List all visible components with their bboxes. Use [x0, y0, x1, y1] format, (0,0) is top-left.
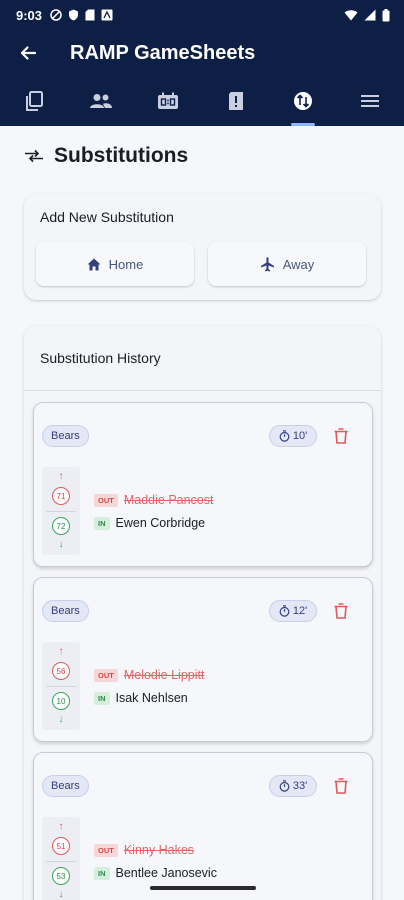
player-out-name: Kinny Hakes [123, 843, 195, 857]
in-tag: IN [94, 691, 110, 705]
wifi-icon [344, 10, 358, 21]
player-in-row: IN Ewen Corbridge [94, 516, 205, 530]
player-out-row: OUT Maddie Pancost [94, 493, 213, 507]
signal-icon [364, 9, 376, 21]
substitution-entry[interactable]: Bears 12' ↑ 56 10 ↓ OUT Melodie Lippitt … [33, 577, 373, 742]
copy-icon [25, 91, 43, 111]
home-icon [87, 258, 101, 270]
sim-icon [85, 9, 95, 21]
time-value: 10' [292, 430, 308, 442]
time-value: 33' [292, 780, 308, 792]
delete-icon[interactable] [332, 602, 350, 620]
team-chip: Bears [42, 775, 89, 797]
team-chip: Bears [42, 600, 89, 622]
arrow-down-icon: ↓ [58, 889, 64, 900]
shield-icon [69, 9, 79, 21]
tab-scoreboard[interactable] [135, 76, 202, 126]
arrow-up-icon: ↑ [58, 471, 64, 482]
penalty-card-icon [228, 92, 243, 110]
substitution-history-label: Substitution History [40, 350, 161, 366]
status-time: 9:03 [16, 7, 43, 23]
out-number: 51 [52, 837, 70, 855]
number-divider [46, 861, 76, 862]
swap-arrows-icon [25, 149, 43, 163]
add-substitution-card: Add New Substitution Home Away [24, 194, 381, 300]
out-tag: OUT [94, 843, 118, 857]
page-header: Substitutions [24, 144, 188, 168]
time-chip: 10' [269, 425, 317, 447]
home-label: Home [108, 256, 144, 272]
people-icon [89, 94, 112, 108]
out-number: 56 [52, 662, 70, 680]
in-number: 10 [52, 692, 70, 710]
tab-substitutions[interactable] [269, 76, 336, 126]
content: Substitutions Add New Substitution Home … [0, 126, 404, 900]
player-in-row: IN Bentlee Janosevic [94, 866, 217, 880]
back-button[interactable] [0, 30, 56, 76]
battery-icon [382, 8, 390, 21]
out-tag: OUT [94, 493, 118, 507]
tab-penalties[interactable] [202, 76, 269, 126]
status-bar: 9:03 [0, 0, 404, 30]
arrow-down-icon: ↓ [58, 539, 64, 550]
jersey-numbers: ↑ 51 53 ↓ [42, 817, 80, 900]
airplane-icon [260, 256, 274, 271]
player-in-name: Bentlee Janosevic [115, 866, 217, 880]
arrow-up-icon: ↑ [58, 646, 64, 657]
add-home-button[interactable]: Home [36, 242, 194, 286]
gesture-bar[interactable] [150, 886, 256, 890]
time-value: 12' [292, 605, 308, 617]
out-number: 71 [52, 487, 70, 505]
player-out-name: Maddie Pancost [123, 493, 214, 507]
delete-icon[interactable] [332, 777, 350, 795]
arrow-down-icon: ↓ [58, 714, 64, 725]
dnd-icon [50, 9, 62, 21]
scoreboard-icon [158, 92, 179, 109]
away-label: Away [282, 256, 315, 272]
player-out-row: OUT Melodie Lippitt [94, 668, 204, 682]
substitution-icon [293, 92, 312, 110]
tab-sheets[interactable] [0, 76, 67, 126]
tab-bar [0, 76, 404, 126]
add-away-button[interactable]: Away [208, 242, 366, 286]
jersey-numbers: ↑ 56 10 ↓ [42, 642, 80, 730]
player-out-name: Melodie Lippitt [123, 668, 205, 682]
in-number: 53 [52, 867, 70, 885]
tab-players[interactable] [67, 76, 134, 126]
delete-icon[interactable] [332, 427, 350, 445]
page-title: Substitutions [54, 144, 189, 167]
app-notification-icon [101, 9, 113, 21]
substitution-entry[interactable]: Bears 33' ↑ 51 53 ↓ OUT Kinny Hakes IN B… [33, 752, 373, 900]
player-out-row: OUT Kinny Hakes [94, 843, 194, 857]
player-in-row: IN Isak Nehlsen [94, 691, 188, 705]
time-chip: 12' [269, 600, 317, 622]
app-bar: RAMP GameSheets [0, 30, 404, 76]
number-divider [46, 511, 76, 512]
team-chip: Bears [42, 425, 89, 447]
jersey-numbers: ↑ 71 72 ↓ [42, 467, 80, 555]
time-chip: 33' [269, 775, 317, 797]
stopwatch-icon [279, 605, 290, 617]
menu-icon [361, 95, 380, 107]
number-divider [46, 686, 76, 687]
tab-menu[interactable] [337, 76, 404, 126]
arrow-back-icon [20, 46, 37, 60]
in-tag: IN [94, 516, 110, 530]
stopwatch-icon [279, 780, 290, 792]
substitution-history-card: Substitution History Bears 10' ↑ 71 72 ↓… [24, 326, 381, 900]
add-substitution-label: Add New Substitution [40, 209, 174, 225]
out-tag: OUT [94, 668, 118, 682]
player-in-name: Ewen Corbridge [115, 516, 206, 530]
in-tag: IN [94, 866, 110, 880]
substitution-entry[interactable]: Bears 10' ↑ 71 72 ↓ OUT Maddie Pancost I… [33, 402, 373, 567]
history-divider [24, 390, 381, 391]
player-in-name: Isak Nehlsen [115, 691, 188, 705]
app-title: RAMP GameSheets [70, 41, 256, 64]
arrow-up-icon: ↑ [58, 821, 64, 832]
in-number: 72 [52, 517, 70, 535]
stopwatch-icon [279, 430, 290, 442]
